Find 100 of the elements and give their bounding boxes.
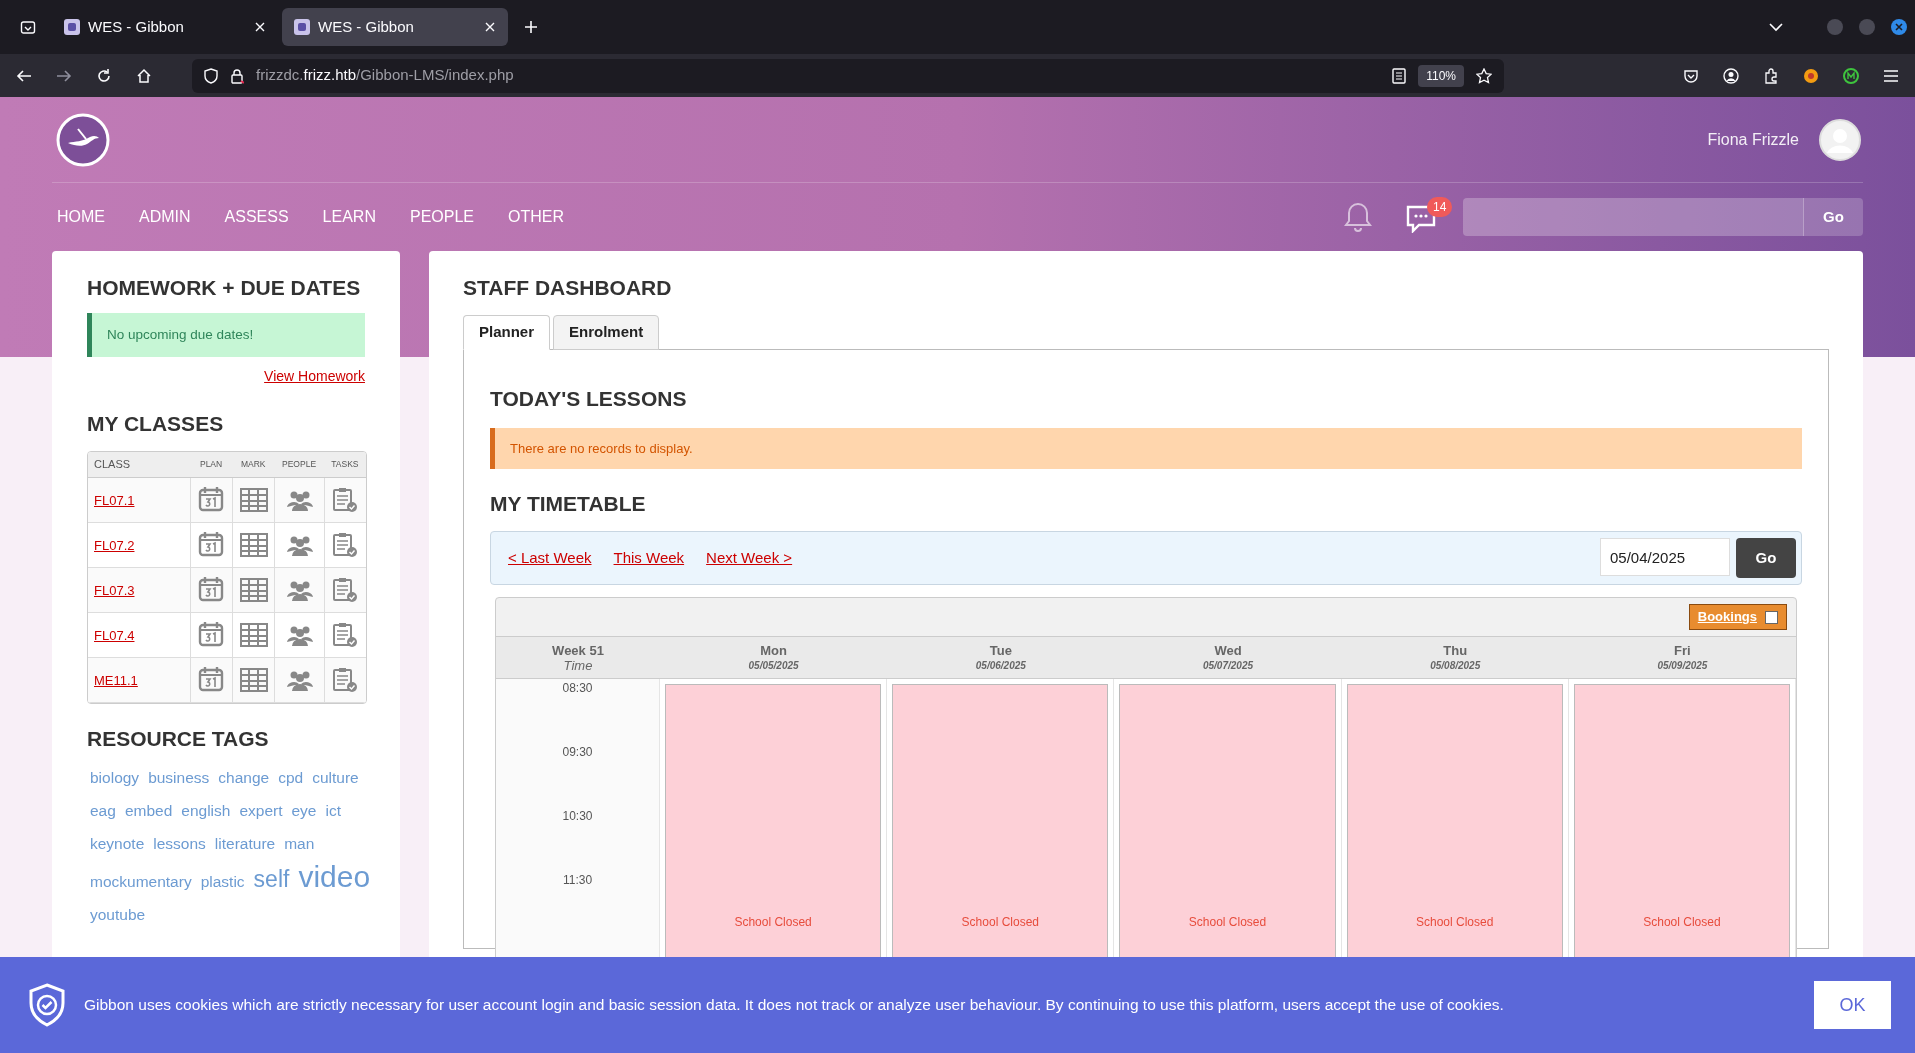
section-heading: TODAY'S LESSONS xyxy=(490,386,688,412)
tag-link[interactable]: youtube xyxy=(90,901,146,929)
chevron-down-icon[interactable] xyxy=(1769,22,1783,32)
tag-link[interactable]: english xyxy=(181,797,231,825)
home-icon[interactable] xyxy=(136,67,152,84)
clipboard-check-icon[interactable] xyxy=(331,486,360,514)
grid-icon[interactable] xyxy=(239,621,268,649)
tag-link[interactable]: mockumentary xyxy=(90,868,192,896)
lock-icon xyxy=(230,67,244,84)
shield-check-icon xyxy=(28,983,66,1027)
url-text: frizzdc.frizz.htb/Gibbon-LMS/index.php xyxy=(256,65,515,86)
day-date: 05/08/2025 xyxy=(1430,658,1481,673)
time-slot: 09:30 xyxy=(562,743,593,807)
ok-button[interactable]: OK xyxy=(1814,981,1891,1029)
clipboard-check-icon[interactable] xyxy=(331,621,360,649)
avatar-icon[interactable] xyxy=(1819,118,1861,161)
logo-icon[interactable] xyxy=(56,112,110,167)
tag-link[interactable]: embed xyxy=(124,797,173,825)
nav-link[interactable]: LEARN xyxy=(322,205,376,229)
reader-view-icon[interactable] xyxy=(1392,67,1407,84)
bell-icon[interactable] xyxy=(1343,201,1373,233)
search-button[interactable]: Go xyxy=(1803,198,1863,236)
class-link[interactable]: FL07.1 xyxy=(94,493,135,508)
nav-link[interactable]: PEOPLE xyxy=(409,205,474,229)
section-heading: MY TIMETABLE xyxy=(490,491,647,517)
tag-link[interactable]: keynote xyxy=(90,830,145,858)
forward-icon[interactable] xyxy=(56,67,72,84)
bookings-toggle[interactable]: Bookings xyxy=(1688,604,1787,630)
nav-link[interactable]: HOME xyxy=(57,205,105,229)
tag-link[interactable]: ict xyxy=(325,797,341,825)
closed-label: School Closed xyxy=(1643,914,1721,931)
clipboard-check-icon[interactable] xyxy=(331,531,360,559)
tag-link[interactable]: biology xyxy=(90,764,140,792)
clipboard-check-icon[interactable] xyxy=(331,666,360,694)
calendar-icon[interactable] xyxy=(197,486,226,514)
date-field[interactable]: 05/04/2025 xyxy=(1600,538,1730,576)
extension-icon[interactable] xyxy=(1843,67,1859,84)
menu-icon[interactable] xyxy=(1883,68,1899,83)
bookings-checkbox[interactable] xyxy=(1765,610,1778,624)
tag-link[interactable]: video xyxy=(298,863,371,891)
extensions-icon[interactable] xyxy=(1763,67,1779,84)
week-link[interactable]: < Last Week xyxy=(508,546,592,570)
tag-link[interactable]: eye xyxy=(291,797,317,825)
tag-link[interactable]: change xyxy=(218,764,270,792)
go-button[interactable]: Go xyxy=(1736,538,1796,578)
close-icon[interactable] xyxy=(254,21,266,33)
grid-icon[interactable] xyxy=(239,531,268,559)
closed-label: School Closed xyxy=(1188,914,1267,931)
day-name: Wed xyxy=(1214,642,1242,658)
star-icon[interactable] xyxy=(1476,67,1492,84)
browser-tab[interactable]: WES - Gibbon xyxy=(282,8,508,46)
reload-icon[interactable] xyxy=(96,67,112,84)
minimize-icon[interactable] xyxy=(1827,19,1843,35)
new-tab-icon[interactable] xyxy=(524,20,538,34)
tab[interactable]: Planner xyxy=(463,315,551,350)
nav-link[interactable]: ADMIN xyxy=(139,205,191,229)
account-icon[interactable] xyxy=(1723,67,1739,84)
week-link[interactable]: This Week xyxy=(613,546,685,570)
nav-link[interactable]: OTHER xyxy=(508,205,564,229)
favicon-icon xyxy=(294,19,310,35)
calendar-icon[interactable] xyxy=(197,531,226,559)
nav-link[interactable]: ASSESS xyxy=(224,205,289,229)
zoom-level[interactable]: 110% xyxy=(1418,64,1464,87)
maximize-icon[interactable] xyxy=(1859,19,1875,35)
tag-link[interactable]: plastic xyxy=(200,868,245,896)
address-bar[interactable]: frizzdc.frizz.htb/Gibbon-LMS/index.php 110% xyxy=(192,58,1504,93)
view-homework-link[interactable]: View Homework xyxy=(264,366,365,387)
pocket-icon[interactable] xyxy=(1683,67,1699,84)
tag-link[interactable]: literature xyxy=(214,830,276,858)
calendar-icon[interactable] xyxy=(197,576,226,604)
tag-link[interactable]: self xyxy=(253,865,290,893)
grid-icon[interactable] xyxy=(239,666,268,694)
tab[interactable]: Enrolment xyxy=(553,315,660,350)
user-name[interactable]: Fiona Frizzle xyxy=(1707,127,1799,152)
browser-tab[interactable]: WES - Gibbon xyxy=(52,8,278,46)
tag-link[interactable]: cpd xyxy=(278,764,304,792)
class-link[interactable]: ME11.1 xyxy=(94,673,138,688)
calendar-icon[interactable] xyxy=(197,621,226,649)
day-name: Tue xyxy=(989,642,1012,658)
closed-label: School Closed xyxy=(734,914,812,931)
week-link[interactable]: Next Week > xyxy=(706,546,793,570)
extension-icon[interactable] xyxy=(1803,67,1819,84)
grid-icon[interactable] xyxy=(239,486,268,514)
class-link[interactable]: FL07.4 xyxy=(94,628,135,643)
tag-link[interactable]: eag xyxy=(90,797,116,825)
close-icon[interactable] xyxy=(484,21,496,33)
back-icon[interactable] xyxy=(16,67,32,84)
tag-link[interactable]: business xyxy=(148,764,210,792)
grid-icon[interactable] xyxy=(239,576,268,604)
shield-icon xyxy=(204,67,218,84)
tag-link[interactable]: lessons xyxy=(153,830,206,858)
clipboard-check-icon[interactable] xyxy=(331,576,360,604)
class-link[interactable]: FL07.3 xyxy=(94,583,135,598)
calendar-icon[interactable] xyxy=(197,666,226,694)
close-window-icon[interactable] xyxy=(1891,19,1907,35)
tag-link[interactable]: culture xyxy=(312,764,359,792)
class-link[interactable]: FL07.2 xyxy=(94,538,135,553)
tag-link[interactable]: man xyxy=(284,830,315,858)
tag-link[interactable]: expert xyxy=(239,797,283,825)
warning-alert: There are no records to display. xyxy=(490,428,1802,469)
